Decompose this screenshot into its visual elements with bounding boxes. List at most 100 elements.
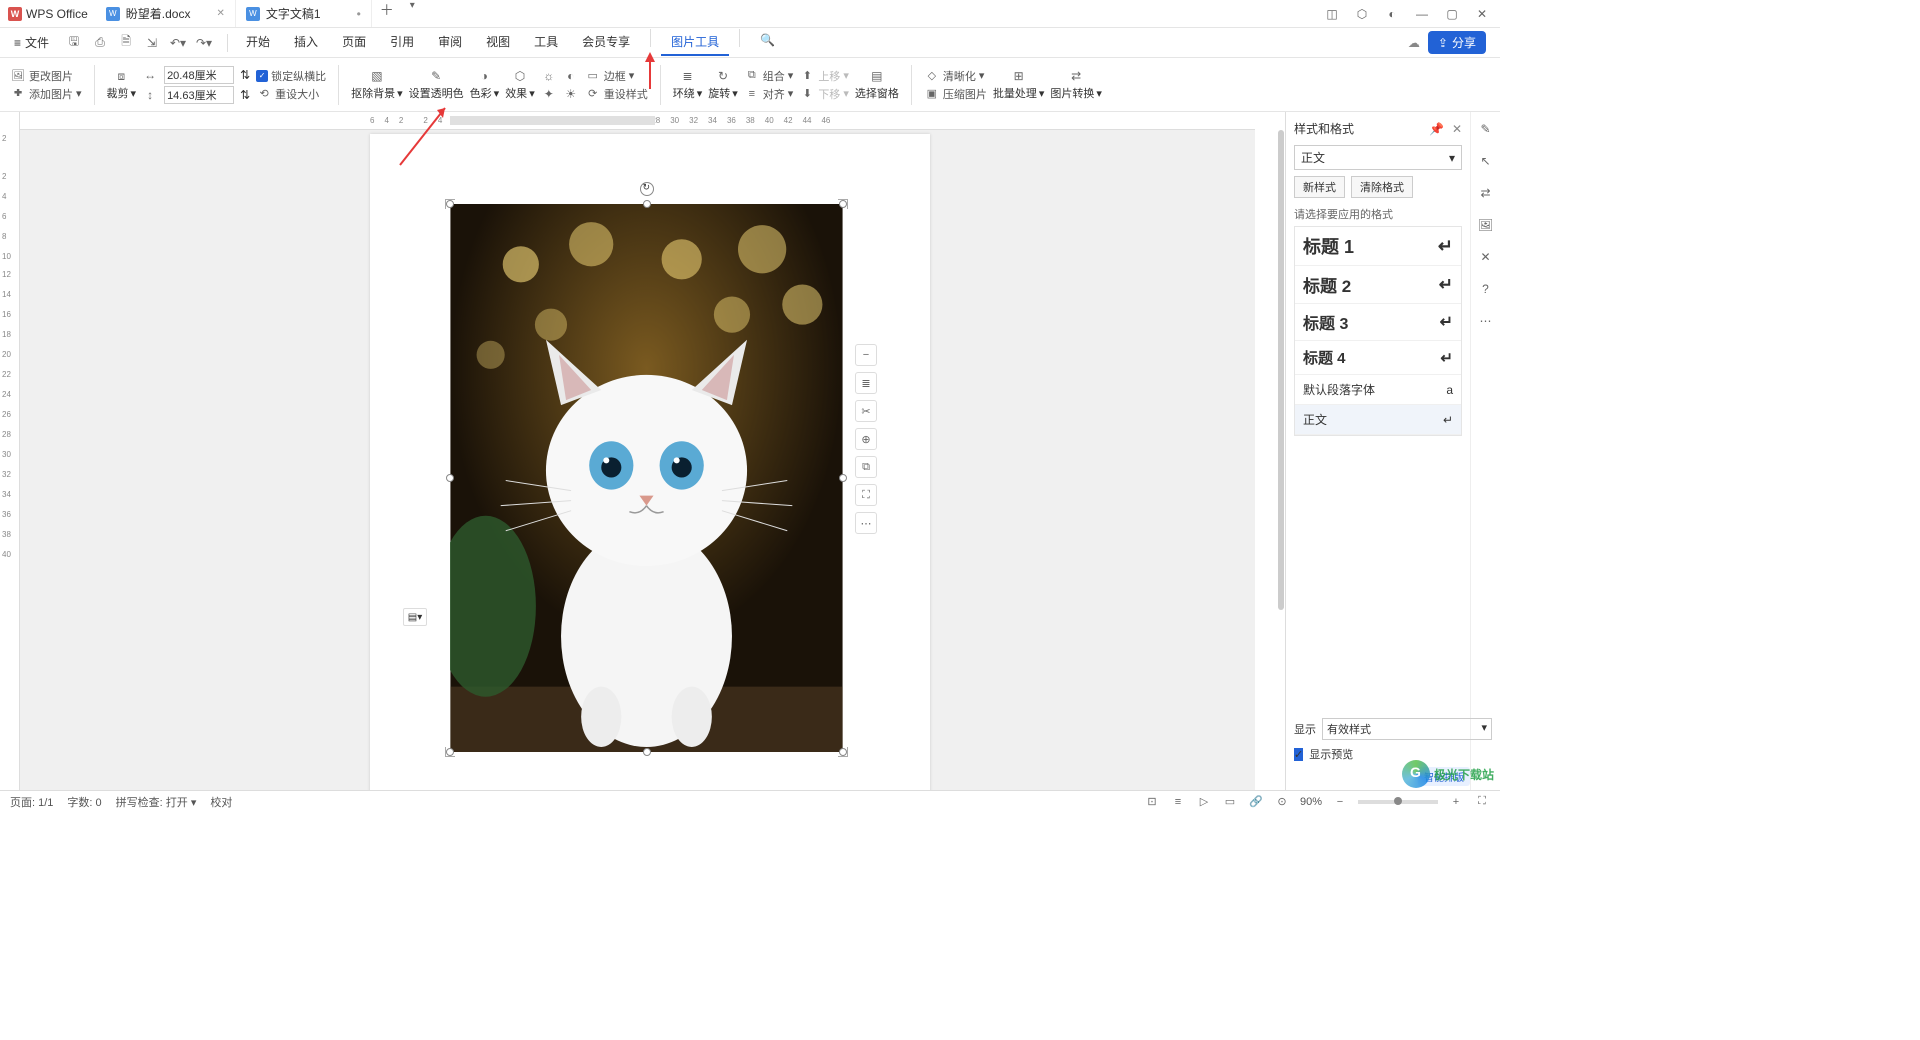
selection-pane-button[interactable]: ▤选择窗格 — [855, 68, 899, 101]
add-tab-button[interactable]: ＋ — [372, 0, 402, 27]
more-tool-icon[interactable]: ⋯ — [855, 512, 877, 534]
settings-tool-icon[interactable]: ⇄ — [1477, 184, 1495, 202]
print-icon[interactable]: ⎙ — [91, 34, 109, 52]
avatar-icon[interactable]: ◐ — [1378, 2, 1406, 26]
close-window-icon[interactable]: ✕ — [1468, 2, 1496, 26]
zoom-level[interactable]: 90% — [1300, 796, 1322, 808]
tab-picture-tools[interactable]: 图片工具 — [661, 29, 729, 56]
word-count[interactable]: 字数: 0 — [67, 794, 101, 810]
style-item-h1[interactable]: 标题 1↵ — [1295, 227, 1461, 266]
tab-menu-button[interactable]: ▾ — [402, 0, 423, 27]
current-style-select[interactable]: 正文 ▾ — [1294, 145, 1462, 170]
lock-ratio-checkbox[interactable]: ✓锁定纵横比 — [256, 68, 326, 84]
width-input[interactable]: 20.48厘米 — [164, 66, 234, 84]
set-transparent-button[interactable]: ✎设置透明色 — [409, 68, 464, 101]
tab-reference[interactable]: 引用 — [380, 29, 424, 56]
tab-tools[interactable]: 工具 — [524, 29, 568, 56]
resize-handle[interactable] — [839, 474, 847, 482]
resize-handle[interactable] — [643, 200, 651, 208]
link-icon[interactable]: 🔗 — [1248, 794, 1264, 810]
web-view-icon[interactable]: ▷ — [1196, 794, 1212, 810]
wrap-button[interactable]: ≣环绕▾ — [673, 68, 703, 101]
fullscreen-tool-icon[interactable]: ⛶ — [855, 484, 877, 506]
vertical-scrollbar[interactable] — [1274, 130, 1284, 790]
file-menu-button[interactable]: ≡ 文件 — [6, 32, 57, 53]
image-tool-icon[interactable]: 🖼 — [1477, 216, 1495, 234]
reset-style-button[interactable]: ⟳重设样式 — [585, 86, 648, 102]
maximize-icon[interactable]: ▢ — [1438, 2, 1466, 26]
minimize-icon[interactable]: — — [1408, 2, 1436, 26]
print-preview-icon[interactable]: 🗎 — [117, 34, 135, 52]
effect-button[interactable]: ⬡效果▾ — [505, 68, 535, 101]
stepper-icon[interactable]: ⇅ — [240, 68, 250, 82]
wrench-tool-icon[interactable]: ✕ — [1477, 248, 1495, 266]
close-tab-icon[interactable]: ✕ — [216, 8, 224, 19]
layout-options-button[interactable]: ▤▾ — [403, 608, 427, 626]
tab-view[interactable]: 视图 — [476, 29, 520, 56]
select-tool-icon[interactable]: ↖ — [1477, 152, 1495, 170]
tab-insert[interactable]: 插入 — [284, 29, 328, 56]
page-indicator[interactable]: 页面: 1/1 — [10, 794, 53, 810]
rotate-button[interactable]: ↻旋转▾ — [708, 68, 738, 101]
convert-button[interactable]: ⇄图片转换▾ — [1050, 68, 1102, 101]
contrast-icon[interactable]: ◐ — [563, 68, 579, 84]
print-view-icon[interactable]: ▭ — [1222, 794, 1238, 810]
resize-handle[interactable] — [643, 748, 651, 756]
selected-image[interactable] — [450, 204, 843, 752]
doc-tab-2[interactable]: W 文字文稿1 • — [236, 0, 372, 27]
align-button[interactable]: ≡对齐▾ — [744, 86, 794, 102]
more-tool-icon[interactable]: ⋯ — [1477, 312, 1495, 330]
new-style-button[interactable]: 新样式 — [1294, 176, 1345, 198]
zoom-slider[interactable] — [1358, 800, 1438, 804]
tab-start[interactable]: 开始 — [236, 29, 280, 56]
tab-member[interactable]: 会员专享 — [572, 29, 640, 56]
proofread-status[interactable]: 校对 — [210, 794, 232, 810]
export-icon[interactable]: ⇲ — [143, 34, 161, 52]
add-picture-button[interactable]: 🞧添加图片 ▾ — [10, 86, 82, 102]
redo-icon[interactable]: ↷▾ — [195, 34, 213, 52]
save-icon[interactable]: 🖫 — [65, 34, 83, 52]
height-input[interactable]: 14.63厘米 — [164, 86, 234, 104]
style-item-default[interactable]: 默认段落字体a — [1295, 375, 1461, 405]
tab-page[interactable]: 页面 — [332, 29, 376, 56]
zoom-tool-icon[interactable]: ⊕ — [855, 428, 877, 450]
edit-tool-icon[interactable]: ✎ — [1477, 120, 1495, 138]
color-button[interactable]: ◑色彩▾ — [470, 68, 500, 101]
change-picture-button[interactable]: 🖼更改图片 — [10, 68, 82, 84]
glow-icon[interactable]: ☀ — [563, 86, 579, 102]
sharpen-button[interactable]: ◇清晰化▾ — [924, 68, 987, 84]
outline-view-icon[interactable]: ≡ — [1170, 794, 1186, 810]
fit-icon[interactable]: ⊙ — [1274, 794, 1290, 810]
document-area[interactable]: 6422468101214161820222426283032343638404… — [20, 112, 1255, 790]
zoom-out-tool-icon[interactable]: − — [855, 344, 877, 366]
remove-bg-button[interactable]: ▧抠除背景▾ — [351, 68, 403, 101]
tab-review[interactable]: 审阅 — [428, 29, 472, 56]
rotate-handle-icon[interactable] — [640, 182, 654, 196]
crop-button[interactable]: ⧈ 裁剪▾ — [107, 68, 137, 101]
window-layout-icon[interactable]: ◫ — [1318, 2, 1346, 26]
crop-tool-icon[interactable]: ✂ — [855, 400, 877, 422]
clear-format-button[interactable]: 清除格式 — [1351, 176, 1413, 198]
show-style-select[interactable]: 有效样式▾ — [1322, 718, 1492, 740]
layout-tool-icon[interactable]: ≣ — [855, 372, 877, 394]
style-item-body[interactable]: 正文↵ — [1295, 405, 1461, 435]
reset-size-button[interactable]: ⟲重设大小 — [256, 86, 326, 102]
copy-tool-icon[interactable]: ⧉ — [855, 456, 877, 478]
compress-button[interactable]: ▣压缩图片 — [924, 86, 987, 102]
style-item-h3[interactable]: 标题 3↵ — [1295, 304, 1461, 341]
cloud-icon[interactable]: ⬡ — [1348, 2, 1376, 26]
border-button[interactable]: ▭边框▾ — [585, 68, 635, 84]
close-panel-icon[interactable]: ✕ — [1452, 122, 1462, 136]
doc-tab-1[interactable]: W 盼望着.docx ✕ — [96, 0, 236, 27]
brightness-icon[interactable]: ☼ — [541, 68, 557, 84]
style-item-h4[interactable]: 标题 4↵ — [1295, 341, 1461, 375]
cat-image[interactable] — [450, 204, 843, 752]
fullscreen-icon[interactable]: ⛶ — [1474, 794, 1490, 810]
zoom-in-icon[interactable]: + — [1448, 794, 1464, 810]
share-button[interactable]: ⇪ 分享 — [1428, 31, 1486, 54]
shadow-icon[interactable]: ✦ — [541, 86, 557, 102]
zoom-out-icon[interactable]: − — [1332, 794, 1348, 810]
undo-icon[interactable]: ↶▾ — [169, 34, 187, 52]
style-item-h2[interactable]: 标题 2↵ — [1295, 266, 1461, 304]
spellcheck-status[interactable]: 拼写检查: 打开 ▾ — [116, 794, 197, 810]
